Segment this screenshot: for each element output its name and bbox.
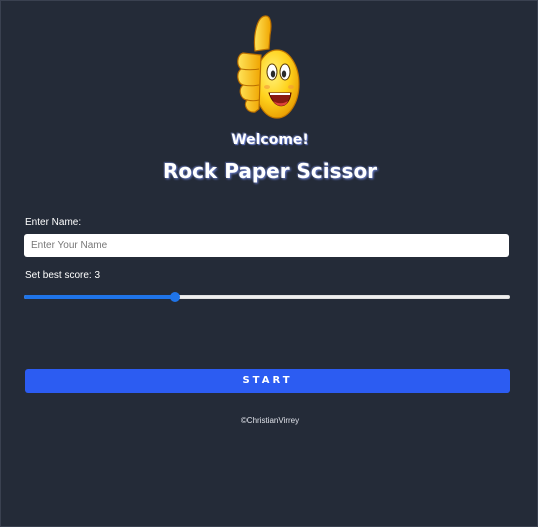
welcome-text: Welcome! xyxy=(231,132,309,148)
best-score-value: 3 xyxy=(94,270,101,281)
page-title: Rock Paper Scissor xyxy=(162,159,378,183)
best-score-slider[interactable] xyxy=(24,290,510,304)
best-score-prefix: Set best score: xyxy=(25,270,95,281)
thumbs-up-smiley-icon xyxy=(233,13,301,123)
best-score-label: Set best score: 3 xyxy=(25,270,100,281)
name-input[interactable] xyxy=(24,234,509,257)
slider-fill xyxy=(24,295,175,299)
slider-thumb[interactable] xyxy=(169,292,180,302)
footer-credit: ©ChristianVirrey xyxy=(240,416,300,425)
start-button[interactable]: START xyxy=(25,369,510,393)
name-label: Enter Name: xyxy=(25,217,82,228)
